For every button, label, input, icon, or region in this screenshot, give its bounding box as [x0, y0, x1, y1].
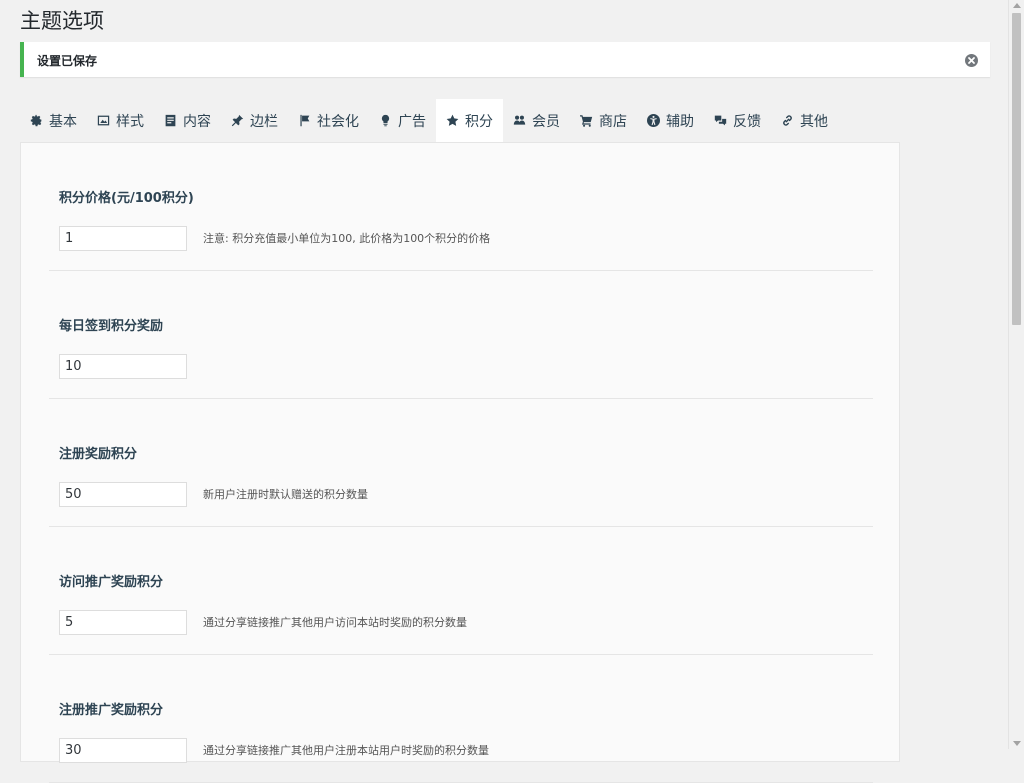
options-tabs: 基本 样式 内容 边栏 社会化 广告 积分 会员 商店 辅助 反馈 其他 — [20, 99, 838, 142]
lightbulb-icon — [381, 114, 390, 127]
tab-label: 其他 — [800, 113, 828, 130]
tab-label: 基本 — [49, 113, 77, 130]
document-icon — [165, 114, 176, 127]
notice-text: 设置已保存 — [37, 54, 98, 68]
tab-label: 辅助 — [666, 113, 694, 130]
scroll-up-arrow-icon[interactable] — [1013, 3, 1021, 8]
page-title: 主题选项 — [20, 9, 104, 33]
success-notice: 设置已保存 — [20, 42, 990, 77]
scroll-down-arrow-icon[interactable] — [1013, 741, 1021, 746]
tab-feedback[interactable]: 反馈 — [704, 99, 771, 142]
points-price-input[interactable] — [59, 226, 187, 251]
register-referral-input[interactable] — [59, 738, 187, 763]
field-description: 注意: 积分充值最小单位为100, 此价格为100个积分的价格 — [203, 232, 491, 245]
accessibility-icon — [647, 114, 660, 127]
register-reward-input[interactable] — [59, 482, 187, 507]
field-label: 每日签到积分奖励 — [59, 319, 164, 334]
chat-icon — [714, 115, 727, 126]
tab-social[interactable]: 社会化 — [288, 99, 369, 142]
link-icon — [783, 115, 792, 126]
tab-members[interactable]: 会员 — [503, 99, 570, 142]
cart-icon — [580, 115, 593, 127]
tab-label: 社会化 — [317, 113, 359, 130]
tab-label: 广告 — [398, 113, 426, 130]
tab-label: 边栏 — [250, 113, 278, 130]
tab-label: 内容 — [183, 113, 211, 130]
field-description: 通过分享链接推广其他用户注册本站用户时奖励的积分数量 — [203, 744, 489, 757]
tab-ads[interactable]: 广告 — [369, 99, 436, 142]
tab-content[interactable]: 内容 — [154, 99, 221, 142]
tab-label: 反馈 — [733, 113, 761, 130]
tab-basic[interactable]: 基本 — [20, 99, 87, 142]
tab-points[interactable]: 积分 — [436, 99, 503, 142]
field-daily-checkin: 每日签到积分奖励 — [49, 271, 873, 399]
daily-checkin-input[interactable] — [59, 354, 187, 379]
field-description: 通过分享链接推广其他用户访问本站时奖励的积分数量 — [203, 616, 467, 629]
tab-style[interactable]: 样式 — [87, 99, 154, 142]
tab-label: 样式 — [116, 113, 144, 130]
tab-label: 商店 — [599, 113, 627, 130]
field-label: 注册奖励积分 — [59, 447, 138, 462]
flag-icon — [300, 114, 310, 127]
tab-sidebar[interactable]: 边栏 — [221, 99, 288, 142]
tab-label: 会员 — [532, 113, 560, 130]
pin-icon — [231, 114, 244, 127]
field-label: 注册推广奖励积分 — [59, 703, 164, 718]
tab-shop[interactable]: 商店 — [570, 99, 637, 142]
field-visit-referral: 访问推广奖励积分 通过分享链接推广其他用户访问本站时奖励的积分数量 — [49, 527, 873, 655]
image-icon — [97, 115, 110, 126]
points-settings-panel: 积分价格(元/100积分) 注意: 积分充值最小单位为100, 此价格为100个… — [20, 142, 900, 783]
field-points-price: 积分价格(元/100积分) 注意: 积分充值最小单位为100, 此价格为100个… — [49, 143, 873, 271]
tab-auxiliary[interactable]: 辅助 — [637, 99, 704, 142]
users-icon — [513, 115, 526, 125]
close-circle-icon[interactable] — [965, 52, 978, 67]
scroll-thumb[interactable] — [1012, 13, 1021, 325]
field-label: 访问推广奖励积分 — [59, 575, 164, 590]
field-register-reward: 注册奖励积分 新用户注册时默认赠送的积分数量 — [49, 399, 873, 527]
tab-label: 积分 — [465, 113, 493, 130]
page-scrollbar[interactable] — [1008, 0, 1024, 749]
field-register-referral: 注册推广奖励积分 通过分享链接推广其他用户注册本站用户时奖励的积分数量 — [49, 655, 873, 783]
visit-referral-input[interactable] — [59, 610, 187, 635]
star-icon — [446, 114, 459, 126]
field-label: 积分价格(元/100积分) — [59, 191, 194, 206]
field-description: 新用户注册时默认赠送的积分数量 — [203, 488, 368, 501]
tab-other[interactable]: 其他 — [771, 99, 838, 142]
gear-icon — [30, 114, 42, 127]
